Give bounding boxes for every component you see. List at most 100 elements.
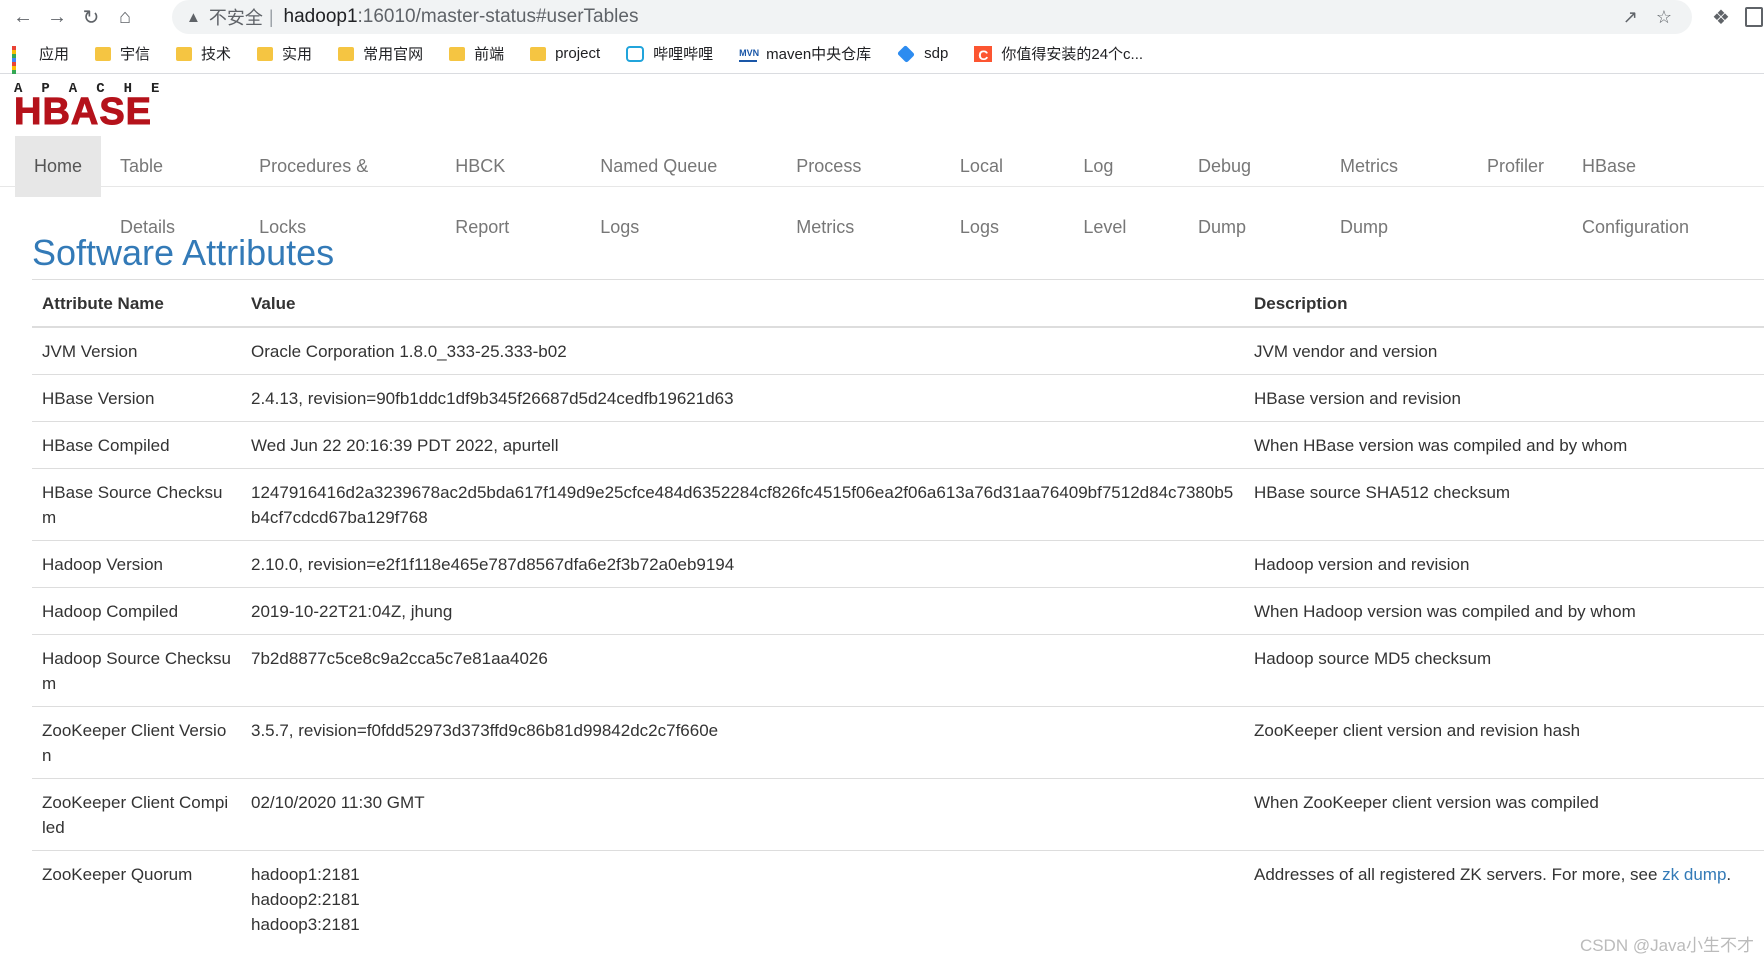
main-content: Software Attributes Attribute Name Value…	[0, 227, 1764, 947]
zk-server-address: hadoop2:2181	[251, 890, 360, 909]
folder-icon	[449, 46, 466, 61]
omnibox-actions: ↗ ☆	[1623, 0, 1672, 34]
bookmark-item[interactable]: 实用	[257, 43, 312, 64]
nav-item-local-logs[interactable]: Local Logs	[941, 136, 1064, 237]
attribute-value-cell: 3.5.7, revision=f0fdd52973d373ffd9c86b81…	[241, 706, 1244, 779]
share-icon[interactable]: ↗	[1623, 7, 1638, 28]
csdn-icon: C	[974, 45, 993, 63]
bookmark-item[interactable]: C 你值得安装的24个c...	[974, 43, 1143, 64]
bookmark-label: 哔哩哔哩	[653, 46, 714, 63]
col-attribute-name: Attribute Name	[32, 279, 241, 328]
nav-item-procedures-locks[interactable]: Procedures & Locks	[240, 136, 436, 237]
table-row: HBase Source Checksum 1247916416d2a323967…	[32, 468, 1764, 541]
attribute-name-cell: Hadoop Version	[32, 540, 241, 588]
attribute-value-cell: 2.4.13, revision=90fb1ddc1df9b345f26687d…	[241, 374, 1244, 422]
nav-item-metrics-dump[interactable]: Metrics Dump	[1321, 136, 1468, 237]
bookmark-item[interactable]: 宇信	[95, 43, 150, 64]
nav-item-process-metrics[interactable]: Process Metrics	[777, 136, 941, 237]
attribute-name-cell: HBase Version	[32, 374, 241, 422]
warning-triangle-icon: ▲	[186, 8, 201, 26]
bookmark-label: 常用官网	[363, 46, 424, 63]
mvn-icon: MVN	[739, 45, 759, 62]
bookmark-label: project	[555, 45, 601, 62]
puzzle-extension-icon[interactable]: ❖	[1712, 5, 1730, 30]
bookmark-item[interactable]: 应用	[12, 43, 70, 82]
zk-dump-link[interactable]: zk dump	[1662, 865, 1726, 884]
attribute-description-cell: ZooKeeper client version and revision ha…	[1244, 706, 1764, 779]
bookmark-label: 实用	[282, 46, 313, 63]
apps-grid-icon	[12, 45, 30, 82]
attribute-description-cell: Hadoop version and revision	[1244, 540, 1764, 588]
hbase-logo[interactable]: APACHE HBASE	[13, 82, 178, 133]
sdp-icon	[897, 44, 916, 63]
nav-item-named-queue-logs[interactable]: Named Queue Logs	[581, 136, 777, 237]
nav-item-home[interactable]: Home	[15, 136, 102, 197]
home-icon[interactable]: ⌂	[108, 0, 142, 34]
bookmark-item[interactable]: project	[530, 45, 600, 62]
col-value: Value	[241, 279, 1244, 328]
bookmark-item[interactable]: sdp	[897, 44, 949, 63]
attribute-description-cell: JVM vendor and version	[1244, 326, 1764, 375]
description-suffix: .	[1726, 865, 1732, 884]
attribute-name-cell: ZooKeeper Quorum	[32, 850, 241, 947]
attribute-value-cell: Oracle Corporation 1.8.0_333-25.333-b02	[241, 326, 1244, 375]
zk-server-address: hadoop3:2181	[251, 915, 360, 934]
star-icon[interactable]: ☆	[1656, 7, 1672, 28]
nav-item-log-level[interactable]: Log Level	[1064, 136, 1179, 237]
address-separator: |	[268, 6, 274, 27]
table-row: JVM Version Oracle Corporation 1.8.0_333-…	[32, 326, 1764, 375]
attribute-description-cell: When HBase version was compiled and by w…	[1244, 421, 1764, 469]
side-panel-icon[interactable]	[1745, 7, 1763, 27]
browser-toolbar: ← → ↻ ⌂ ▲ 不安全 | hadoop1:16010/master-sta…	[0, 0, 1764, 34]
bookmark-label: 技术	[201, 46, 232, 63]
back-arrow-icon[interactable]: ←	[6, 0, 40, 34]
folder-icon	[257, 46, 274, 61]
nav-item-hbck-report[interactable]: HBCK Report	[436, 136, 581, 237]
reload-icon[interactable]: ↻	[74, 0, 108, 34]
insecure-label: 不安全	[208, 8, 263, 28]
nav-item-hbase-configuration[interactable]: HBase Configuration	[1563, 136, 1764, 237]
csdn-watermark: CSDN @Java小生不才	[1579, 936, 1754, 955]
folder-icon	[338, 46, 355, 61]
url-text[interactable]: hadoop1:16010/master-status#userTables	[284, 6, 639, 28]
bookmark-label: 宇信	[120, 46, 151, 63]
nav-item-table-details[interactable]: Table Details	[101, 136, 240, 237]
bookmark-label: 前端	[474, 46, 505, 63]
bookmark-label: 你值得安装的24个c...	[1001, 46, 1144, 63]
hbase-header: APACHE HBASE Home Table Details Procedures…	[0, 74, 1764, 237]
attribute-value-cell: Wed Jun 22 20:16:39 PDT 2022, apurtell	[241, 421, 1244, 469]
zk-server-address: hadoop1:2181	[251, 865, 360, 884]
table-row: HBase Version 2.4.13, revision=90fb1ddc1d…	[32, 374, 1764, 422]
bilibili-icon	[626, 45, 645, 62]
attribute-name-cell: HBase Source Checksum	[32, 468, 241, 541]
attribute-name-cell: ZooKeeper Client Version	[32, 706, 241, 779]
attribute-name-cell: Hadoop Source Checksum	[32, 634, 241, 707]
bookmark-label: maven中央仓库	[766, 46, 872, 63]
bookmark-label: sdp	[924, 45, 949, 62]
bookmark-item[interactable]: MVN maven中央仓库	[739, 43, 871, 64]
bookmark-item[interactable]: 前端	[449, 43, 504, 64]
address-bar[interactable]: ▲ 不安全 | hadoop1:16010/master-status#user…	[172, 0, 1692, 34]
nav-item-profiler[interactable]: Profiler	[1468, 136, 1563, 197]
attribute-name-cell: HBase Compiled	[32, 421, 241, 469]
bookmark-item[interactable]: 常用官网	[338, 43, 423, 64]
bookmark-label: 应用	[39, 46, 70, 63]
table-row: ZooKeeper Client Compiled 02/10/2020 11:3…	[32, 778, 1764, 851]
attribute-name-cell: Hadoop Compiled	[32, 587, 241, 635]
attribute-description-cell: When Hadoop version was compiled and by …	[1244, 587, 1764, 635]
table-row: HBase Compiled Wed Jun 22 20:16:39 PDT 20…	[32, 421, 1764, 469]
nav-item-debug-dump[interactable]: Debug Dump	[1179, 136, 1321, 237]
attribute-description-cell: When ZooKeeper client version was compil…	[1244, 778, 1764, 851]
col-description: Description	[1244, 279, 1764, 328]
table-row: Hadoop Source Checksum 7b2d8877c5ce8c9a2c…	[32, 634, 1764, 707]
attribute-value-cell: 7b2d8877c5ce8c9a2cca5c7e81aa4026	[241, 634, 1244, 707]
table-row: ZooKeeper Quorum hadoop1:2181 hadoop2:2181…	[32, 850, 1764, 947]
bookmark-item[interactable]: 哔哩哔哩	[626, 43, 713, 64]
bookmark-item[interactable]: 技术	[176, 43, 231, 64]
logo-hbase-text: HBASE	[13, 91, 153, 133]
attribute-value-cell: 1247916416d2a3239678ac2d5bda617f149d9e25…	[241, 468, 1244, 541]
table-header-row: Attribute Name Value Description	[32, 279, 1764, 328]
forward-arrow-icon[interactable]: →	[40, 0, 74, 34]
table-row: ZooKeeper Client Version 3.5.7, revision=…	[32, 706, 1764, 779]
attribute-value-cell: 02/10/2020 11:30 GMT	[241, 778, 1244, 851]
